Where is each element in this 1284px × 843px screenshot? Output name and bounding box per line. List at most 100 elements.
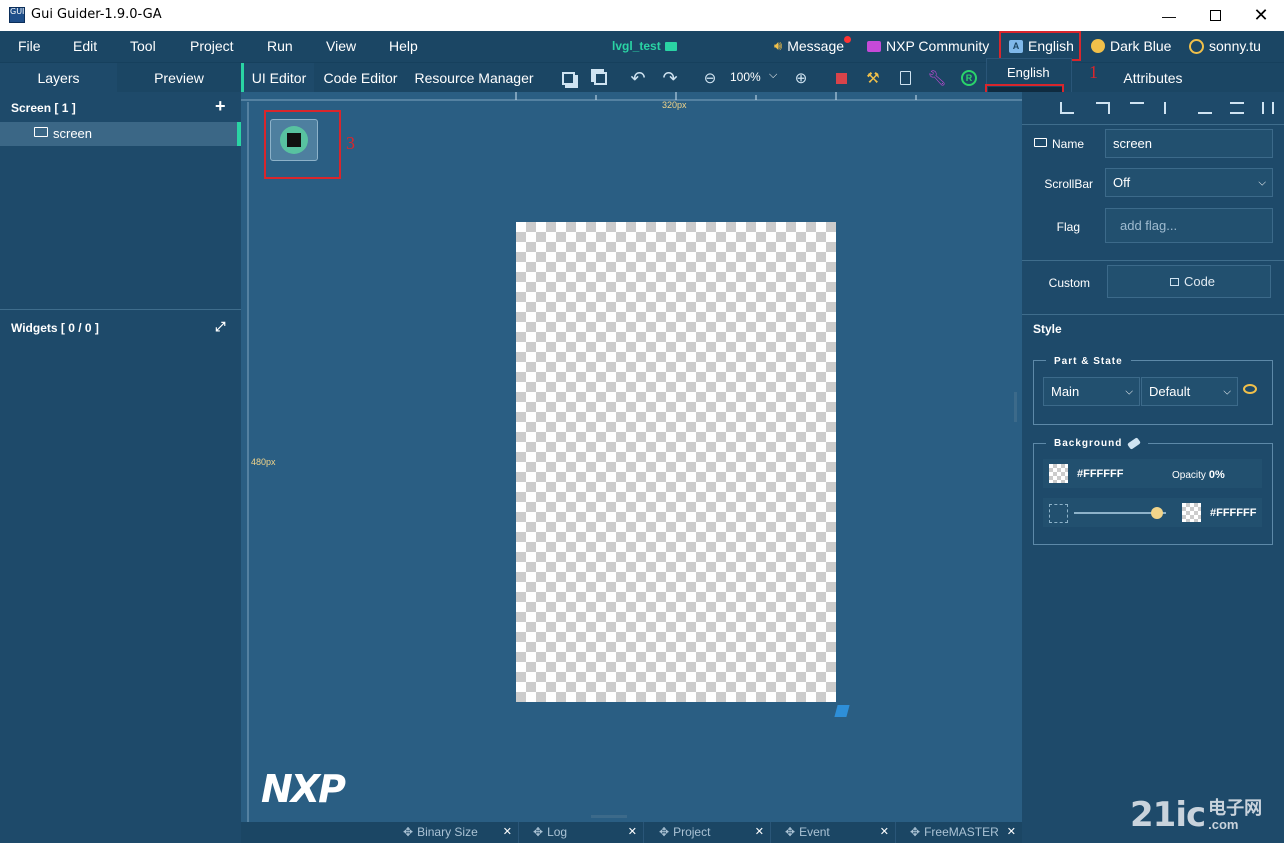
- menu-view[interactable]: View: [326, 38, 356, 54]
- language-label: English: [1028, 38, 1074, 54]
- paint-brush-icon: [1127, 437, 1142, 450]
- grad-color-swatch[interactable]: [1182, 503, 1201, 522]
- app-icon: GUI: [9, 7, 25, 23]
- tab-code-editor[interactable]: Code Editor: [318, 63, 403, 93]
- plus-icon: +: [215, 96, 226, 116]
- message-label: Message: [787, 38, 845, 54]
- window-title: Gui Guider-1.9.0-GA: [31, 7, 162, 22]
- language-button[interactable]: A English: [1009, 38, 1074, 54]
- nxp-logo: NXP: [261, 767, 346, 811]
- close-icon: ✕: [1253, 5, 1269, 25]
- width-label: 320px: [662, 100, 687, 110]
- widgets-header: Widgets [ 0 / 0 ]: [11, 321, 99, 335]
- menu-tool[interactable]: Tool: [130, 38, 156, 54]
- eye-icon[interactable]: [1243, 384, 1257, 394]
- panel-divider: [1022, 260, 1284, 261]
- name-input[interactable]: screen: [1105, 129, 1273, 158]
- broom-icon: ⚒: [866, 70, 880, 87]
- move-icon: ✥: [785, 825, 796, 839]
- generate-code-button[interactable]: [895, 68, 915, 88]
- canvas-scrollbar[interactable]: [1014, 392, 1017, 422]
- stop-button[interactable]: [831, 68, 851, 88]
- user-label: sonny.tu: [1209, 38, 1261, 54]
- build-button[interactable]: 🔧︎: [927, 68, 947, 88]
- menu-help[interactable]: Help: [389, 38, 418, 54]
- close-icon[interactable]: ✕: [880, 822, 889, 843]
- tab-log[interactable]: ✥ Log ✕: [521, 822, 644, 843]
- code-button-label: Code: [1183, 274, 1216, 289]
- move-icon: ✥: [403, 825, 414, 839]
- resize-handle-icon[interactable]: [834, 705, 850, 717]
- widget-toggle-button[interactable]: [270, 119, 318, 161]
- bg-color-row[interactable]: [1043, 459, 1262, 488]
- code-button[interactable]: Code: [1107, 265, 1271, 298]
- close-icon[interactable]: ✕: [503, 822, 512, 843]
- tab-binary-size[interactable]: ✥ Binary Size ✕: [391, 822, 519, 843]
- tab-project[interactable]: ✥ Project ✕: [647, 822, 771, 843]
- flag-input[interactable]: add flag...: [1105, 208, 1273, 243]
- align-right-icon[interactable]: [1096, 102, 1110, 114]
- part-select[interactable]: Main ⌵: [1043, 377, 1140, 406]
- expand-widgets-button[interactable]: ⤢: [215, 319, 225, 335]
- opacity-display: Opacity 0%: [1172, 469, 1225, 481]
- send-back-button[interactable]: [590, 68, 610, 88]
- monitor-icon: [34, 127, 48, 137]
- align-middle-icon[interactable]: [1164, 102, 1178, 114]
- bring-front-button[interactable]: [558, 68, 578, 88]
- lang-option-english[interactable]: English: [1007, 65, 1050, 80]
- bg-color-swatch[interactable]: [1049, 464, 1068, 483]
- tab-freemaster[interactable]: ✥ FreeMASTER ✕: [898, 822, 1022, 843]
- menu-bar: File Edit Tool Project Run View Help lvg…: [0, 31, 1284, 62]
- close-button[interactable]: ✕: [1238, 0, 1284, 31]
- project-name: lvgl_test: [612, 39, 677, 53]
- ruler-left: [247, 102, 249, 822]
- close-icon[interactable]: ✕: [628, 822, 637, 843]
- gradient-image-icon[interactable]: [1049, 504, 1068, 523]
- align-top-icon[interactable]: [1130, 102, 1144, 114]
- user-button[interactable]: sonny.tu: [1189, 38, 1261, 54]
- run-button[interactable]: R: [959, 68, 979, 88]
- panel-divider: [1022, 314, 1284, 315]
- tab-resource-manager[interactable]: Resource Manager: [409, 63, 539, 93]
- menu-edit[interactable]: Edit: [73, 38, 97, 54]
- state-select[interactable]: Default ⌵: [1141, 377, 1238, 406]
- scrollbar-select[interactable]: Off ⌵: [1105, 168, 1273, 197]
- distribute-vertical-icon[interactable]: [1230, 102, 1244, 114]
- watermark-sub: 电子网 .com: [1208, 798, 1263, 832]
- undo-button[interactable]: ↶: [628, 68, 648, 88]
- redo-button[interactable]: ↷: [660, 68, 680, 88]
- zoom-level[interactable]: 100%: [730, 70, 761, 84]
- minimize-button[interactable]: —: [1146, 0, 1192, 31]
- clean-button[interactable]: ⚒: [863, 68, 883, 88]
- close-icon[interactable]: ✕: [755, 822, 764, 843]
- undo-icon: ↶: [630, 67, 646, 88]
- zoom-dropdown-icon[interactable]: ⌵: [769, 69, 777, 82]
- attributes-panel: Name screen ScrollBar Off ⌵ Flag add fla…: [1022, 92, 1284, 843]
- menu-file[interactable]: File: [18, 38, 41, 54]
- menu-project[interactable]: Project: [190, 38, 234, 54]
- message-button[interactable]: 🔊︎ Message: [774, 36, 851, 54]
- screen-artboard[interactable]: [516, 222, 836, 702]
- nxp-community-button[interactable]: NXP Community: [867, 38, 989, 54]
- panel-resize-handle[interactable]: [591, 815, 627, 818]
- theme-button[interactable]: Dark Blue: [1091, 38, 1171, 54]
- bottom-panel-tabs: ✥ Binary Size ✕ ✥ Log ✕ ✥ Project ✕ ✥ Event ✕ ✥ F…: [241, 815, 1022, 843]
- zoom-in-button[interactable]: ⊕: [791, 68, 811, 88]
- gradient-slider-knob[interactable]: [1150, 507, 1163, 519]
- tab-ui-editor[interactable]: UI Editor: [241, 63, 314, 93]
- tab-event[interactable]: ✥ Event ✕: [773, 822, 896, 843]
- watermark-cn: 电子网: [1208, 798, 1263, 819]
- align-bottom-left-icon[interactable]: [1060, 102, 1074, 114]
- tab-layers[interactable]: Layers: [0, 63, 117, 93]
- zoom-out-button[interactable]: ⊖: [700, 68, 720, 88]
- flag-label: Flag: [1056, 220, 1080, 234]
- add-screen-button[interactable]: +: [215, 96, 226, 117]
- maximize-button[interactable]: [1192, 0, 1238, 31]
- screen-list-item[interactable]: screen: [0, 122, 241, 146]
- tab-preview[interactable]: Preview: [117, 63, 241, 93]
- align-bottom-icon[interactable]: [1198, 102, 1212, 114]
- menu-run[interactable]: Run: [267, 38, 293, 54]
- widgets-icon-shape: [287, 133, 301, 147]
- close-icon[interactable]: ✕: [1007, 822, 1016, 843]
- distribute-horizontal-icon[interactable]: [1262, 102, 1274, 114]
